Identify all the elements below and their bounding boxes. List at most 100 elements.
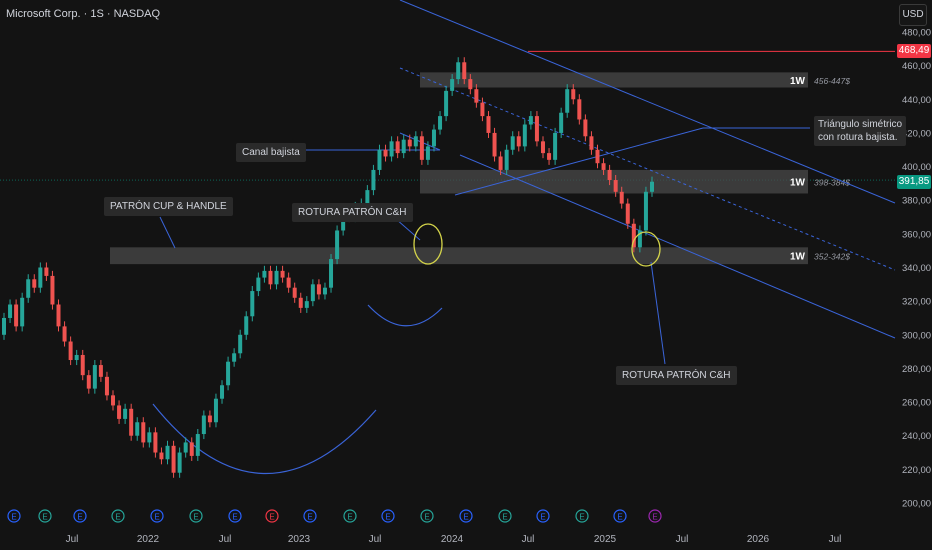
candle-body bbox=[522, 124, 527, 147]
candle-body bbox=[268, 270, 273, 285]
candle-body bbox=[310, 284, 315, 302]
candle-body bbox=[619, 191, 624, 204]
price-tick: 280,00 bbox=[902, 364, 931, 375]
earnings-letter: E bbox=[540, 513, 545, 522]
candle-body bbox=[553, 132, 558, 160]
candle-body bbox=[80, 354, 85, 376]
candle-body bbox=[486, 116, 491, 133]
price-tick: 240,00 bbox=[902, 431, 931, 442]
triangulo-line-1: Triángulo simétrico bbox=[818, 119, 903, 130]
candle-body bbox=[480, 102, 485, 117]
candle-body bbox=[413, 136, 418, 147]
earnings-letter: E bbox=[232, 513, 237, 522]
candle-body bbox=[438, 116, 443, 130]
candle-body bbox=[38, 267, 43, 288]
candle-body bbox=[498, 156, 503, 170]
time-tick: Jul bbox=[369, 534, 382, 545]
zone-range: 352-342$ bbox=[814, 252, 850, 262]
earnings-letter: E bbox=[269, 513, 274, 522]
candle-body bbox=[147, 432, 152, 443]
candle-body bbox=[292, 287, 297, 298]
candle-body bbox=[183, 442, 188, 453]
candle-body bbox=[577, 99, 582, 120]
candle-body bbox=[365, 190, 370, 204]
earnings-letter: E bbox=[617, 513, 622, 522]
candle-body bbox=[456, 62, 461, 80]
earnings-letter: E bbox=[154, 513, 159, 522]
cup-arc bbox=[152, 403, 377, 475]
candle-body bbox=[117, 405, 122, 419]
candle-body bbox=[335, 230, 340, 260]
candle-body bbox=[601, 163, 606, 170]
candle-body bbox=[159, 452, 164, 460]
candle-body bbox=[583, 119, 588, 137]
time-tick: 2026 bbox=[747, 534, 770, 545]
time-tick: Jul bbox=[66, 534, 79, 545]
candle-body bbox=[316, 284, 321, 295]
candle-body bbox=[625, 203, 630, 224]
candle-body bbox=[74, 354, 79, 361]
candle-body bbox=[56, 304, 61, 327]
candle-body bbox=[250, 291, 255, 317]
price-tick: 260,00 bbox=[902, 398, 931, 409]
candle-body bbox=[177, 452, 182, 473]
earnings-letter: E bbox=[385, 513, 390, 522]
time-tick: 2023 bbox=[288, 534, 311, 545]
candle-body bbox=[44, 267, 49, 276]
candle-body bbox=[528, 116, 533, 125]
candle-body bbox=[153, 432, 158, 453]
candle-body bbox=[165, 445, 170, 460]
candle-body bbox=[450, 79, 455, 91]
candle-body bbox=[50, 275, 55, 305]
cup-pointer bbox=[159, 216, 176, 249]
price-tick: 340,00 bbox=[902, 263, 931, 274]
candle-body bbox=[2, 317, 6, 335]
zone-band bbox=[110, 247, 808, 265]
candle-body bbox=[643, 191, 648, 231]
candle-body bbox=[280, 270, 285, 278]
price-tick: 400,00 bbox=[902, 162, 931, 173]
rotura2-pointer bbox=[650, 261, 666, 365]
earnings-letter: E bbox=[652, 513, 657, 522]
earnings-letter: E bbox=[193, 513, 198, 522]
earnings-letter: E bbox=[307, 513, 312, 522]
candle-body bbox=[135, 422, 140, 436]
currency-button[interactable]: USD bbox=[899, 4, 927, 26]
price-tick: 420,00 bbox=[902, 128, 931, 139]
zone-timeframe: 1W bbox=[790, 178, 806, 189]
candle-body bbox=[20, 297, 25, 327]
handle-arc bbox=[367, 304, 443, 327]
earnings-letter: E bbox=[77, 513, 82, 522]
candle-body bbox=[123, 408, 128, 419]
zone-band bbox=[420, 72, 808, 88]
candle-body bbox=[395, 141, 400, 154]
time-tick: Jul bbox=[676, 534, 689, 545]
candle-body bbox=[129, 408, 134, 436]
time-tick: 2022 bbox=[137, 534, 160, 545]
candle-body bbox=[104, 376, 109, 396]
candle-body bbox=[534, 116, 539, 142]
candle-body bbox=[171, 445, 176, 473]
candle-body bbox=[329, 259, 334, 288]
price-tick: 480,00 bbox=[902, 28, 931, 39]
candle-body bbox=[68, 341, 73, 361]
candle-body bbox=[419, 136, 424, 160]
candle-body bbox=[377, 149, 382, 170]
candle-body bbox=[220, 385, 225, 399]
candle-body bbox=[650, 181, 654, 192]
candle-body bbox=[516, 136, 521, 147]
candle-body bbox=[226, 361, 231, 386]
candle-body bbox=[389, 141, 394, 157]
candle-body bbox=[286, 277, 291, 288]
candle-body bbox=[256, 277, 261, 292]
price-tick: 440,00 bbox=[902, 95, 931, 106]
triangulo-label: Triángulo simétrico con rotura bajista. bbox=[814, 116, 907, 146]
candle-body bbox=[571, 89, 576, 100]
candle-body bbox=[189, 442, 194, 456]
price-tick: 220,00 bbox=[902, 465, 931, 476]
price-chart[interactable]: 480,00 460,00 440,00 420,00 400,00 380,00 360,… bbox=[0, 0, 932, 550]
symbol-title: Microsoft Corp. · 1S · NASDAQ bbox=[6, 8, 161, 20]
rotura-label-1: ROTURA PATRÓN C&H bbox=[292, 203, 413, 222]
candle-body bbox=[98, 365, 103, 377]
last-price-tag: 391,85 bbox=[897, 175, 931, 189]
